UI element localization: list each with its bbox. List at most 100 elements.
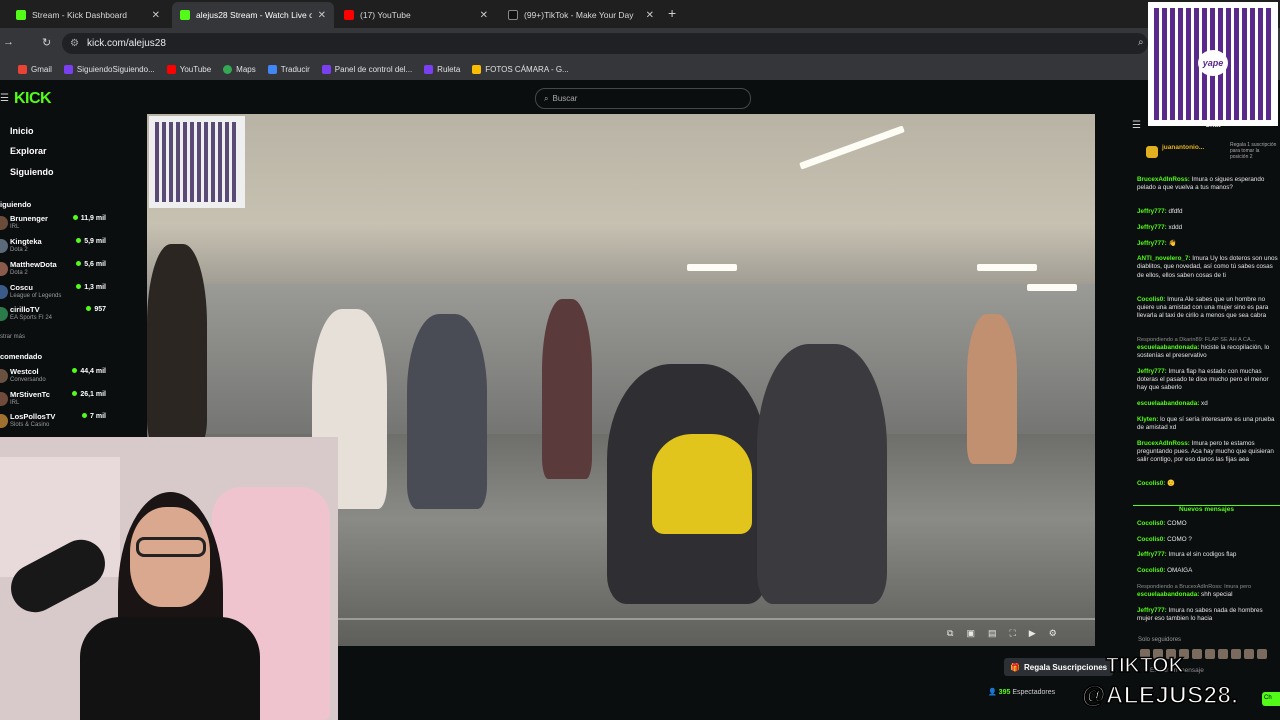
bookmark-youtube[interactable]: YouTube — [166, 64, 212, 74]
avatar — [0, 285, 8, 299]
search-icon[interactable]: ⌕ — [1138, 37, 1144, 48]
gift-subscriptions-button[interactable]: 🎁 Regala Suscripciones — [1004, 658, 1114, 676]
live-dot-icon — [82, 413, 88, 418]
tab-kick-dashboard[interactable]: Stream - Kick Dashboard ✕ — [8, 2, 168, 28]
chat-username[interactable]: Jeffry777: — [1137, 224, 1169, 231]
avatar — [0, 239, 8, 253]
fullscreen-icon[interactable]: ⛶ — [1009, 628, 1015, 639]
menu-icon[interactable]: ☰ — [0, 93, 9, 104]
chat-username[interactable]: Cocolis0: — [1137, 567, 1167, 574]
forward-icon[interactable]: → — [3, 36, 14, 48]
address-bar[interactable]: ⚙ kick.com/alejus28 — [62, 33, 1148, 54]
emote-icon[interactable] — [1205, 649, 1215, 659]
settings-gear-icon[interactable]: ⚙ — [1049, 628, 1057, 639]
bookmark-panel[interactable]: Panel de control del... — [321, 64, 412, 74]
viewer-count: 7 mil — [82, 413, 106, 420]
sidebar-channel-matthewdota[interactable]: MatthewDota Dota 2 5,6 mil — [0, 260, 112, 282]
emote-icon[interactable] — [1244, 649, 1254, 659]
chat-send-button[interactable]: Ch — [1262, 692, 1280, 706]
chat-username[interactable]: BrucexAdInRoss: — [1137, 440, 1192, 447]
chat-username[interactable]: Cocolis0: — [1137, 520, 1167, 527]
close-tab-icon[interactable]: ✕ — [646, 10, 654, 21]
video-person — [967, 314, 1017, 464]
gift-icon: 🎁 — [1010, 662, 1020, 672]
url-text: kick.com/alejus28 — [86, 38, 166, 49]
channel-category: IRL — [10, 400, 20, 406]
sidebar-channel-coscu[interactable]: Coscu League of Legends 1,3 mil — [0, 283, 112, 305]
tab-title: alejus28 Stream - Watch Live o — [196, 10, 312, 20]
yape-qr-code: yape — [1148, 2, 1278, 126]
chat-username[interactable]: escuelaabandonada: — [1137, 591, 1201, 598]
bookmark-icon — [321, 64, 331, 74]
chat-username[interactable]: Jeffry777: — [1137, 240, 1169, 247]
tab-tiktok[interactable]: (99+)TikTok - Make Your Day ✕ — [500, 2, 662, 28]
reload-icon[interactable]: ↻ — [42, 36, 51, 49]
sidebar-channel-westcol[interactable]: Westcol Conversando 44,4 mil — [0, 367, 112, 389]
bookmark-siguiendo[interactable]: SiguiendoSiguiendo... — [63, 64, 155, 74]
browser-tab-strip: Stream - Kick Dashboard ✕ alejus28 Strea… — [0, 0, 1280, 28]
nav-explorar[interactable]: Explorar — [10, 146, 47, 156]
sidebar-channel-kingteka[interactable]: Kingteka Dota 2 5,9 mil — [0, 237, 112, 259]
chat-username[interactable]: escuelaabandonada: — [1137, 400, 1201, 407]
chat-username[interactable]: Jeffry777: — [1137, 208, 1169, 215]
site-info-icon[interactable]: ⚙ — [70, 38, 79, 49]
live-dot-icon — [76, 284, 82, 289]
channel-name: Brunenger — [10, 214, 48, 223]
close-tab-icon[interactable]: ✕ — [318, 10, 326, 21]
chat-username[interactable]: Klyten: — [1137, 416, 1160, 423]
nav-inicio[interactable]: Inicio — [10, 126, 34, 136]
chat-username[interactable]: Jeffry777: — [1137, 368, 1169, 375]
emote-icon[interactable] — [1257, 649, 1267, 659]
bookmark-label: YouTube — [179, 64, 212, 74]
tiktok-overlay-handle: @ALEJUS28. — [1081, 681, 1239, 710]
sidebar-channel-brunenger[interactable]: Brunenger IRL 11,9 mil — [0, 214, 112, 236]
chat-text: shh special — [1201, 591, 1233, 598]
chat-username[interactable]: Jeffry777: — [1137, 551, 1169, 558]
theater-mode-icon[interactable]: ▤ — [988, 628, 997, 639]
bookmark-fotos[interactable]: FOTOS CÁMARA - G... — [472, 64, 569, 74]
kick-logo[interactable]: KICK — [14, 90, 52, 108]
player-controls: ⧉ ▣ ▤ ⛶ ▶ ⚙ — [947, 628, 1057, 639]
bookmark-maps[interactable]: Maps — [223, 64, 256, 74]
emote-icon[interactable] — [1218, 649, 1228, 659]
tab-alejus28-stream[interactable]: alejus28 Stream - Watch Live o ✕ — [172, 2, 334, 28]
chat-username[interactable]: ANTI_novelero_7: — [1137, 255, 1192, 262]
search-placeholder: Buscar — [552, 94, 578, 103]
pinned-gift-leaderboard[interactable]: juanantonio... Regala 1 suscripción para… — [1142, 140, 1280, 168]
live-dot-icon — [76, 238, 82, 243]
emote-icon[interactable] — [1231, 649, 1241, 659]
reply-context[interactable]: Respondiendo a Dkarin89: FLAP SE AH A CA… — [1137, 336, 1280, 344]
clip-icon[interactable]: ▣ — [966, 628, 975, 639]
nav-siguiendo[interactable]: Siguiendo — [10, 167, 54, 177]
avatar — [0, 392, 8, 406]
gift-subscriptions-label: Regala Suscripciones — [1023, 662, 1108, 672]
chat-username[interactable]: BrucexAdInRoss: — [1137, 176, 1192, 183]
chat-username[interactable]: Cocolis0: — [1137, 480, 1167, 487]
pip-icon[interactable]: ⧉ — [947, 628, 953, 639]
close-tab-icon[interactable]: ✕ — [152, 10, 160, 21]
search-input[interactable]: ⌕ Buscar — [535, 88, 751, 109]
sidebar-channel-mrstiventc[interactable]: MrStivenTc IRL 26,1 mil — [0, 390, 112, 412]
channel-category: Conversando — [10, 377, 46, 383]
reply-context[interactable]: Respondiendo a BrucexAdInRoss: Imura per… — [1137, 583, 1280, 591]
chat-message: Cocolis0: COMO ? — [1137, 536, 1280, 544]
collapse-chat-icon[interactable]: ☰ — [1132, 120, 1141, 131]
chat-username[interactable]: Cocolis0: — [1137, 296, 1167, 303]
chat-username[interactable]: escuelaabandonada: — [1137, 344, 1201, 351]
channel-name: Westcol — [10, 367, 39, 376]
live-dot-icon — [76, 261, 82, 266]
bookmark-gmail[interactable]: Gmail — [18, 64, 52, 74]
bookmark-traducir[interactable]: Traducir — [267, 64, 310, 74]
tab-youtube[interactable]: (17) YouTube ✕ — [336, 2, 496, 28]
close-tab-icon[interactable]: ✕ — [480, 10, 488, 21]
emote-icon[interactable] — [1192, 649, 1202, 659]
show-more-link[interactable]: strar más — [0, 334, 25, 340]
sidebar-channel-lospollostv[interactable]: LosPollosTV Slots & Casino 7 mil — [0, 412, 112, 434]
new-tab-button[interactable]: + — [668, 5, 676, 21]
sidebar-channel-cirillotv[interactable]: cirilloTV EA Sports FI 24 957 — [0, 305, 112, 327]
tab-title: (17) YouTube — [360, 10, 411, 20]
chat-username[interactable]: Jeffry777: — [1137, 607, 1169, 614]
bookmark-ruleta[interactable]: Ruleta — [424, 64, 460, 74]
play-icon[interactable]: ▶ — [1029, 628, 1036, 639]
chat-username[interactable]: Cocolis0: — [1137, 536, 1167, 543]
